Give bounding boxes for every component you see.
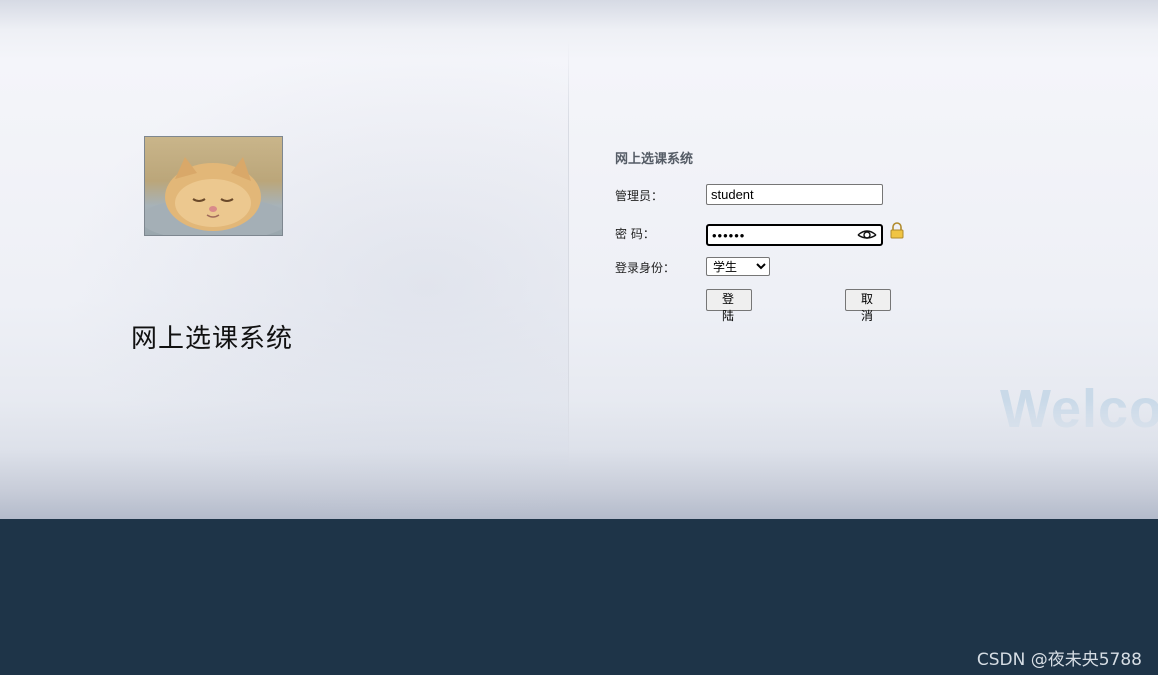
cancel-button[interactable]: 取 消 (845, 289, 891, 323)
welcome-clip: Welcome (0, 0, 1158, 519)
role-select[interactable]: 学生 (706, 257, 770, 276)
kitten-photo (144, 136, 283, 236)
username-label: 管理员： (615, 189, 664, 203)
login-button[interactable]: 登 陆 (706, 289, 752, 323)
username-input[interactable] (706, 184, 883, 205)
role-label: 登录身份： (615, 261, 676, 275)
eye-icon[interactable] (857, 228, 877, 242)
lock-icon (890, 222, 904, 239)
system-title: 网上选课系统 (131, 324, 294, 354)
password-label: 密 码： (615, 227, 655, 241)
welcome-text: Welcome (1000, 379, 1158, 439)
form-title: 网上选课系统 (615, 152, 694, 167)
watermark: CSDN @夜未央5788 (976, 650, 1142, 670)
